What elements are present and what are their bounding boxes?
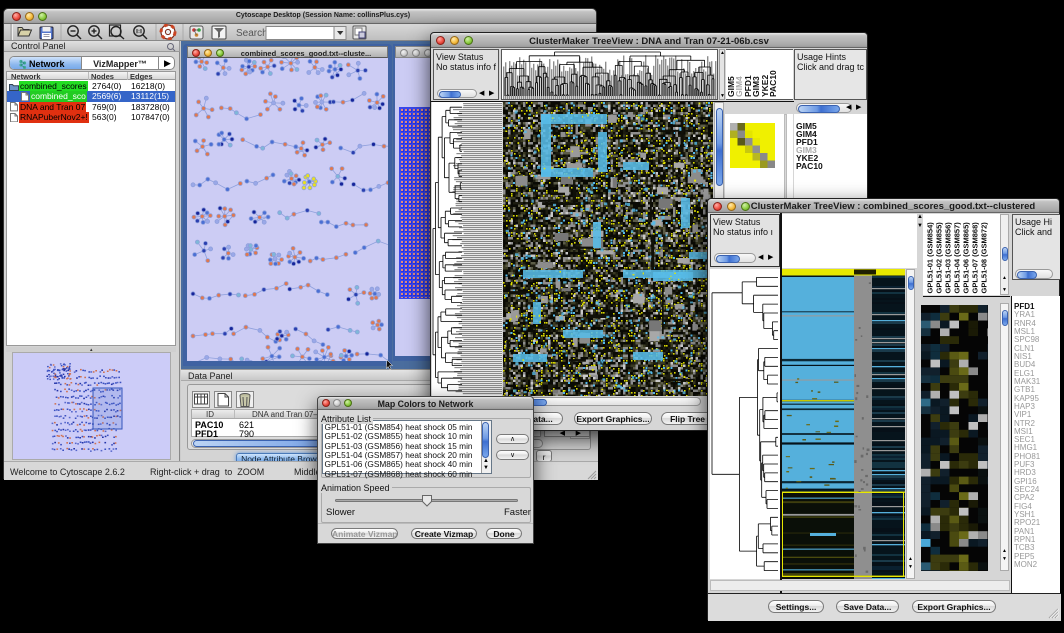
svg-text:Search:: Search: [236,28,270,39]
